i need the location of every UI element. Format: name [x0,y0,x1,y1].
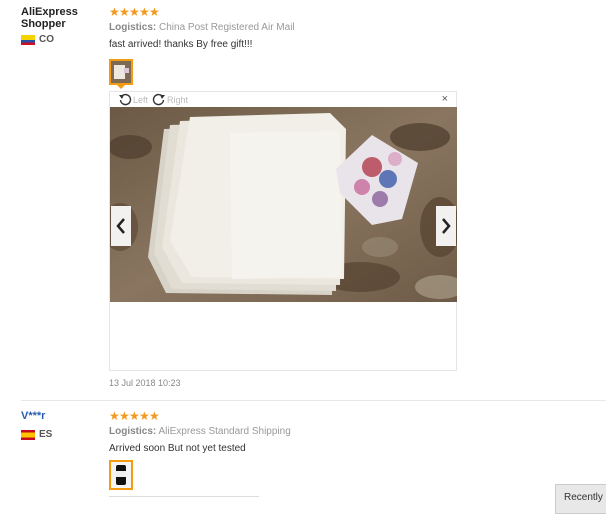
thumbnail-image [111,462,131,488]
country-code: CO [39,34,54,45]
star-icon: ★ [139,409,150,423]
rotate-right-label: Right [167,94,189,105]
review-photo [110,107,457,302]
reviewer-info: AliExpress Shopper CO [21,6,101,45]
photo-image [110,107,457,302]
photo-viewer-edge [109,496,259,501]
reviewer-name-line1: AliExpress [21,6,78,18]
country-code: ES [39,429,53,440]
next-photo-button[interactable] [436,206,456,246]
chevron-right-icon [442,218,451,234]
logistics-label: Logistics: [109,426,157,437]
review-text: Arrived soon But not yet tested [109,443,246,454]
star-icon: ★ [109,5,120,19]
star-icon: ★ [139,5,150,19]
close-icon[interactable]: × [442,93,448,105]
logistics-label: Logistics: [109,22,157,33]
review-divider [21,400,606,401]
reviewer-country: CO [21,34,101,45]
star-icon: ★ [119,5,130,19]
review-photo-thumbnail[interactable] [109,460,133,490]
reviewer-name-line2: Shopper [21,18,66,30]
flag-co-icon [21,34,35,45]
thumbnail-pointer [117,85,125,89]
reviewer-name: AliExpress Shopper [21,6,101,30]
flag-es-icon [21,429,35,440]
rotate-left-label: Left [133,94,149,105]
star-icon: ★ [129,409,140,423]
star-rating: ★ ★ ★ ★ ★ [109,6,295,18]
rotate-left-icon [119,93,132,105]
logistics-value: China Post Registered Air Mail [159,22,295,33]
viewer-toolbar: Left Right [110,92,456,107]
chevron-left-icon [116,218,125,234]
logistics-info: Logistics: China Post Registered Air Mai… [109,22,295,33]
star-icon: ★ [129,5,140,19]
review-body: ★ ★ ★ ★ ★ Logistics: China Post Register… [109,6,295,89]
review-body: ★ ★ ★ ★ ★ Logistics: AliExpress Standard… [109,410,291,490]
photo-viewer: Left Right × [109,91,457,371]
logistics-value: AliExpress Standard Shipping [158,426,291,437]
reviewer-country: ES [21,429,101,440]
review-photo-thumbnail[interactable] [109,59,133,85]
star-icon: ★ [119,409,130,423]
reviewer-name[interactable]: V***r [21,410,101,422]
thumbnail-image [111,61,131,83]
reviewer-info: V***r ES [21,410,101,440]
rotate-right-button[interactable]: Right [152,93,188,107]
star-icon: ★ [149,5,160,19]
rotate-right-icon [152,93,166,105]
review-date: 13 Jul 2018 10:23 [109,378,181,388]
recently-viewed-button[interactable]: Recently [555,484,606,514]
logistics-info: Logistics: AliExpress Standard Shipping [109,426,291,437]
previous-photo-button[interactable] [111,206,131,246]
star-rating: ★ ★ ★ ★ ★ [109,410,291,422]
rotate-left-button[interactable]: Left [118,93,148,107]
star-icon: ★ [149,409,160,423]
review-text: fast arrived! thanks By free gift!!! [109,39,253,50]
star-icon: ★ [109,409,120,423]
